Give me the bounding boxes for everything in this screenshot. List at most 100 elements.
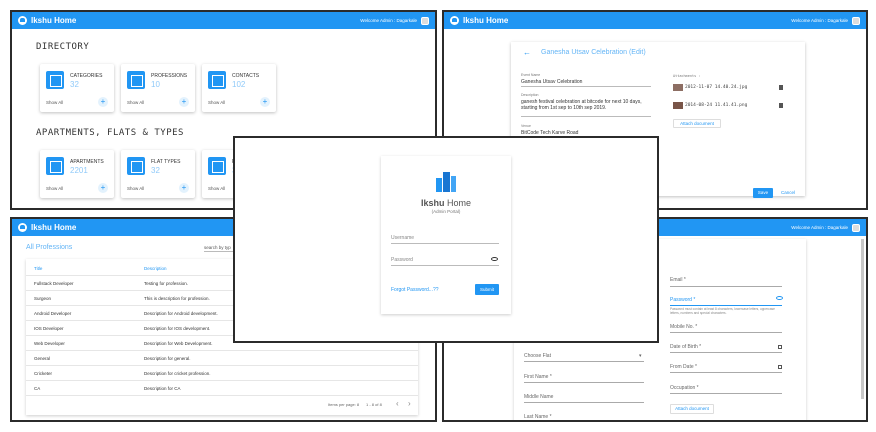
forgot-password-link[interactable]: Forgot Password...?? (391, 287, 439, 293)
welcome-text: Welcome Admin : Dagarkale (791, 18, 848, 23)
delete-icon[interactable] (779, 103, 783, 108)
professions-card[interactable]: PROFESSIONS 10 Show All + (121, 64, 195, 112)
next-page-icon[interactable]: › (408, 399, 411, 408)
description-label: Description (521, 93, 539, 97)
cell: Description for cricket profession. (144, 371, 211, 376)
avatar[interactable] (852, 16, 860, 25)
show-all-link[interactable]: Show All (208, 100, 225, 105)
add-icon[interactable]: + (260, 97, 270, 107)
underline (524, 402, 644, 403)
add-icon[interactable]: + (179, 97, 189, 107)
table-row[interactable]: Cricketer Description for cricket profess… (26, 366, 418, 381)
table-row[interactable]: General Description for general. (26, 351, 418, 366)
email-field[interactable]: Email * (670, 277, 686, 283)
scrollbar[interactable] (861, 239, 864, 399)
brand-light: Home (444, 198, 472, 208)
card-count: 10 (151, 80, 160, 89)
show-all-link[interactable]: Show All (46, 100, 63, 105)
home-logo-icon (18, 16, 27, 25)
card-name: PROFESSIONS (151, 73, 188, 79)
cell: Web Developer (34, 341, 65, 346)
back-arrow-icon[interactable]: ← (523, 48, 531, 57)
from-date-field[interactable]: From Date * (670, 364, 697, 370)
cell: IOS Developer (34, 326, 64, 331)
add-icon[interactable]: + (98, 97, 108, 107)
building-logo-icon (436, 172, 456, 192)
app-bar: Ikshu Home Welcome Admin : Dagarkale (444, 12, 866, 29)
cell: Description for general. (144, 356, 191, 361)
underline (670, 352, 782, 353)
professions-icon (127, 71, 145, 89)
contacts-card[interactable]: CONTACTS 102 Show All + (202, 64, 276, 112)
card-name: FLAT TYPES (151, 159, 181, 165)
avatar[interactable] (421, 16, 429, 25)
calendar-icon[interactable] (778, 365, 782, 369)
underline (524, 382, 644, 383)
submit-button[interactable]: Submit (475, 284, 499, 295)
password-field[interactable]: Password * (670, 297, 695, 303)
card-count: 2201 (70, 166, 88, 175)
contacts-icon (208, 71, 226, 89)
middle-name-field[interactable]: Middle Name (524, 394, 553, 400)
venue-label: Venue (521, 124, 531, 128)
categories-icon (46, 71, 64, 89)
avatar[interactable] (852, 223, 860, 232)
attachment-name[interactable]: 2012-11-07 14.40.24.jpg (685, 85, 747, 90)
app-brand[interactable]: Ikshu Home (31, 16, 76, 25)
first-name-field[interactable]: First Name * (524, 374, 552, 380)
app-brand[interactable]: Ikshu Home (463, 16, 508, 25)
password-input[interactable]: Password (391, 257, 413, 263)
app-bar: Ikshu Home Welcome Admin : Dagarkale (12, 12, 435, 29)
cell: General (34, 356, 51, 361)
chevron-down-icon[interactable]: ▾ (639, 353, 642, 359)
categories-card[interactable]: CATEGORIES 32 Show All + (40, 64, 114, 112)
underline (391, 265, 499, 266)
username-input[interactable]: Username (391, 235, 414, 241)
delete-icon[interactable] (779, 85, 783, 90)
save-button[interactable]: Save (753, 188, 773, 198)
login-card: Ikshu Home (Admin Portal) Username Passw… (381, 156, 511, 314)
choose-flat-select[interactable]: Choose Flat (524, 353, 551, 359)
attach-document-button[interactable]: Attach document (670, 404, 714, 414)
flat-types-icon (127, 157, 145, 175)
visibility-off-icon[interactable] (491, 257, 498, 261)
attachment-thumbnail (673, 102, 683, 109)
card-count: 32 (70, 80, 79, 89)
cell: Cricketer (34, 371, 53, 376)
cancel-button[interactable]: Cancel (781, 190, 795, 195)
directory-title: DIRECTORY (36, 42, 90, 52)
table-row[interactable]: CA Description for CA (26, 381, 418, 396)
underline (670, 332, 782, 333)
cell: Description for Web Development. (144, 341, 213, 346)
show-all-link[interactable]: Show All (46, 186, 63, 191)
attachment-thumbnail (673, 84, 683, 91)
add-icon[interactable]: + (98, 183, 108, 193)
event-name-field[interactable]: Ganesha Utsav Celebration (521, 79, 582, 85)
cell: This is description for profession. (144, 296, 210, 301)
welcome-text: Welcome Admin : Dagarkale (791, 225, 848, 230)
description-field[interactable]: ganesh festival celebration at bitcode f… (521, 99, 653, 111)
cell: Fullstack Developer (34, 281, 74, 286)
range-label: 1 - 8 of 8 (366, 402, 382, 407)
attachment-name[interactable]: 2014-08-24 11.41.41.png (685, 103, 747, 108)
items-per-page[interactable]: Items per page: 8 (328, 402, 359, 407)
show-all-link[interactable]: Show All (208, 186, 225, 191)
apartments-card[interactable]: APARTMENTS 2201 Show All + (40, 150, 114, 198)
app-brand[interactable]: Ikshu Home (31, 223, 76, 232)
add-icon[interactable]: + (179, 183, 189, 193)
visibility-icon[interactable] (776, 296, 783, 300)
dob-field[interactable]: Date of Birth * (670, 344, 701, 350)
prev-page-icon[interactable]: ‹ (396, 399, 399, 408)
last-name-field[interactable]: Last Name * (524, 414, 552, 420)
occupation-field[interactable]: Occupation * (670, 385, 699, 391)
column-header[interactable]: Description (144, 266, 167, 271)
card-name: APARTMENTS (70, 159, 104, 165)
show-all-link[interactable]: Show All (127, 100, 144, 105)
show-all-link[interactable]: Show All (127, 186, 144, 191)
calendar-icon[interactable] (778, 345, 782, 349)
column-header[interactable]: Title (34, 266, 42, 271)
cell: Description for CA (144, 386, 181, 391)
attach-document-button[interactable]: Attach document (673, 119, 721, 128)
flat-types-card[interactable]: FLAT TYPES 32 Show All + (121, 150, 195, 198)
mobile-field[interactable]: Mobile No. * (670, 324, 697, 330)
